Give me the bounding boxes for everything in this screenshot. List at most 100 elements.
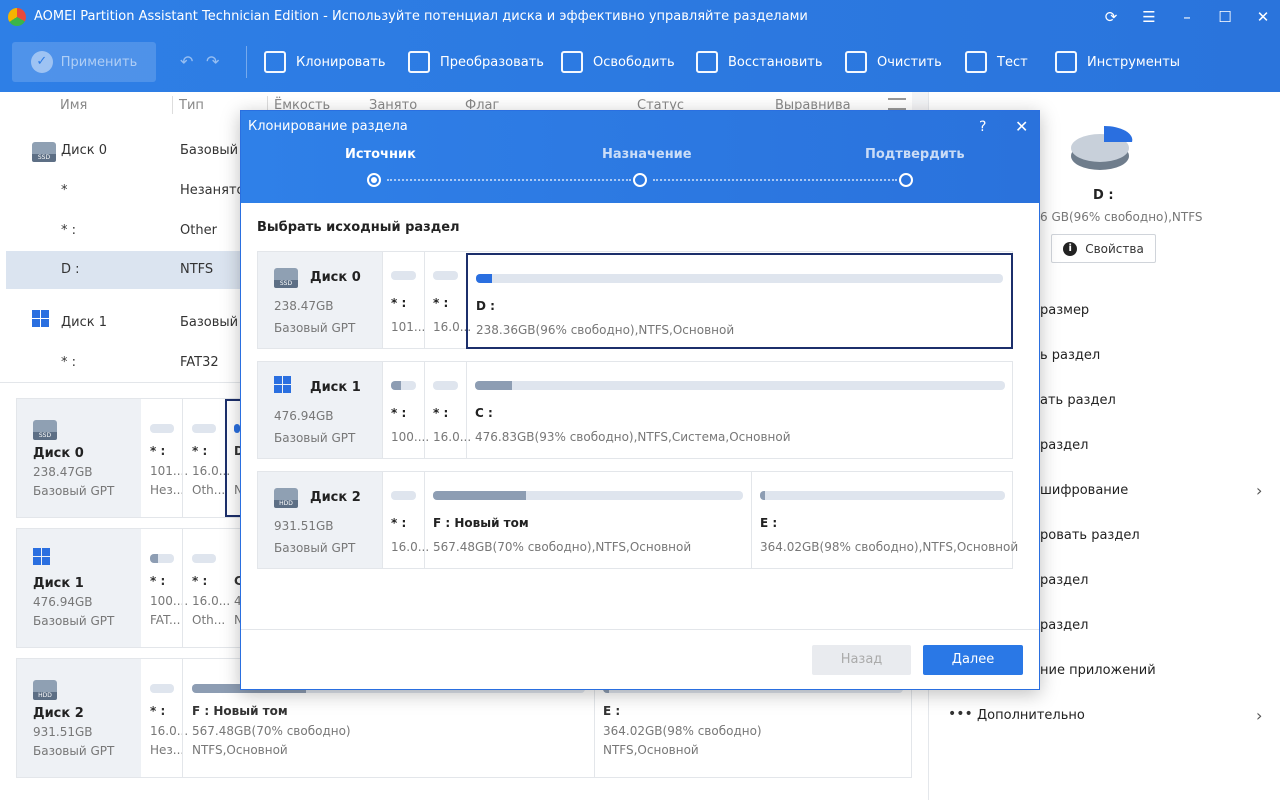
row-name: * : [61,355,77,370]
col-header-type[interactable]: Тип [179,98,204,113]
menu-item[interactable]: ать раздел [1040,393,1116,408]
dialog-title: Клонирование раздела [248,119,408,134]
usage-bar [391,271,416,280]
partition-name: E : [603,704,621,718]
step-confirm: Подтвердить [865,147,965,162]
clone-icon [264,51,286,73]
undo-icon[interactable]: ↶ [180,52,193,71]
windows-disk-icon [33,548,55,570]
menu-item[interactable]: шифрование [1040,483,1128,498]
partition-fs: Нез... [150,743,185,757]
disk-info: HDD Диск 2 931.51GB Базовый GPT [258,472,382,568]
partition-size: 567.48GB(70% свободно) [192,724,351,738]
menu-item[interactable]: раздел [1040,573,1088,588]
next-button[interactable]: Далее [923,645,1023,675]
partition-name: F : Новый том [433,516,529,530]
partition-detail: 101... [391,320,426,334]
partition-cell-selected[interactable]: D : 238.36GB(96% свободно),NTFS,Основной [466,253,1013,349]
step-dot-active [367,173,381,187]
window-title: AOMEI Partition Assistant Technician Edi… [34,9,808,24]
divider [182,659,183,777]
close-dialog-button[interactable]: ✕ [1015,117,1028,136]
step-line [387,179,631,181]
back-button[interactable]: Назад [812,645,911,675]
usage-bar [150,424,174,433]
partition-name: * : [192,444,208,458]
col-separator [172,96,173,114]
maximize-button[interactable]: ☐ [1210,4,1240,30]
wipe-icon [845,51,867,73]
chevron-right-icon[interactable]: › [1256,706,1262,725]
partition-cell[interactable]: F : Новый том 567.48GB(70% свободно),NTF… [424,472,751,568]
usage-bar [433,491,743,500]
partition-detail: 238.36GB(96% свободно),NTFS,Основной [476,323,735,337]
more-menu-item[interactable]: Дополнительно [977,708,1085,723]
disk-type: Базовый GPT [33,744,115,758]
disk-info: Диск 1 476.94GB Базовый GPT [258,362,382,458]
partition-size: 16.0... [192,594,231,608]
disk-size: 238.47GB [274,299,334,313]
disk-size: 238.47GB [33,465,93,479]
partition-detail: 567.48GB(70% свободно),NTFS,Основной [433,540,692,554]
partition-cell[interactable]: C : 476.83GB(93% свободно),NTFS,Система,… [466,362,1013,458]
convert-button[interactable]: Преобразовать [408,46,544,78]
partition-cell[interactable]: * : 100.... [382,362,429,458]
test-button[interactable]: Тест [965,46,1028,78]
partition-fs: FAT... [150,613,181,627]
menu-item[interactable]: ровать раздел [1040,528,1140,543]
apply-button[interactable]: ✓ Применить [12,42,156,82]
tools-icon [1055,51,1077,73]
clone-button[interactable]: Клонировать [264,46,386,78]
redo-icon[interactable]: ↷ [206,52,219,71]
close-window-button[interactable]: ✕ [1248,4,1278,30]
menu-item[interactable]: раздел [1040,618,1088,633]
partition-cell[interactable]: E : 364.02GB(98% свободно),NTFS,Основной [751,472,1018,568]
menu-item[interactable]: раздел [1040,438,1088,453]
properties-button[interactable]: i Свойства [1051,234,1156,263]
chevron-right-icon[interactable]: › [1256,481,1262,500]
columns-icon[interactable] [888,98,906,110]
usage-bar [391,381,416,390]
free-up-button[interactable]: Освободить [561,46,675,78]
partition-cell[interactable]: * : 16.0... [424,252,471,348]
disk-size: 931.51GB [274,519,334,533]
minimize-button[interactable]: – [1172,4,1202,30]
disk-name: Диск 1 [33,576,84,591]
recover-label: Восстановить [728,54,823,70]
usage-bar [192,424,216,433]
col-header-name[interactable]: Имя [60,98,87,113]
clone-partition-dialog: Клонирование раздела ? ✕ Источник Назнач… [240,110,1040,690]
divider [182,399,183,517]
hdd-icon: SSD [32,142,56,164]
partition-fs: NTFS,Основной [192,743,288,757]
row-name: * [61,183,68,198]
menu-icon[interactable]: ☰ [1134,4,1164,30]
source-disk-row: HDD Диск 2 931.51GB Базовый GPT * : 16.0… [257,471,1018,569]
apply-label: Применить [60,54,138,70]
wipe-button[interactable]: Очистить [845,46,942,78]
divider [182,529,183,647]
partition-cell[interactable]: * : 16.0... [424,362,471,458]
source-disk-row: Диск 1 476.94GB Базовый GPT * : 100.... … [257,361,1013,459]
tools-button[interactable]: Инструменты [1055,46,1180,78]
recover-button[interactable]: Восстановить [696,46,823,78]
disk-size: 476.94GB [33,595,93,609]
help-icon[interactable]: ? [979,119,986,135]
tools-label: Инструменты [1087,54,1181,70]
menu-item[interactable]: размер [1040,303,1089,318]
partition-cell[interactable]: * : 101... [382,252,426,348]
more-icon: ••• [948,706,973,722]
row-name: * : [61,223,77,238]
test-label: Тест [997,54,1028,70]
hdd-icon: HDD [274,488,298,510]
disk-type: Базовый GPT [274,541,356,555]
menu-item[interactable]: ь раздел [1040,348,1100,363]
refresh-icon[interactable]: ⟳ [1096,4,1126,30]
partition-name: D : [476,299,495,313]
partition-cell[interactable]: * : 16.0... [382,472,429,568]
partition-name: * : [150,704,166,718]
step-source: Источник [345,147,416,162]
menu-item[interactable]: ние приложений [1040,663,1156,678]
pie-chart-icon [1071,125,1133,170]
partition-name: * : [433,406,449,420]
